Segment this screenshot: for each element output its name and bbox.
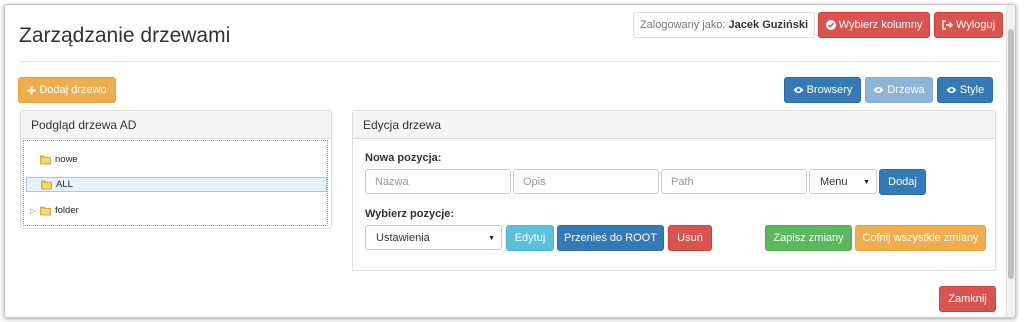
logout-label: Wyloguj [955,19,996,31]
expand-arrow-icon[interactable]: ▷ [26,207,40,215]
caret-down-icon: ▼ [488,235,495,242]
new-position-label: Nowa pozycja: [365,152,442,164]
tree-node-folder[interactable]: ▷ folder [26,203,79,218]
position-select[interactable]: Ustawienia ▼ [365,225,502,250]
folder-icon [40,154,51,165]
delete-label: Usuń [677,232,703,244]
choose-position-label: Wybierz pozycje: [365,208,455,220]
add-position-label: Dodaj [888,176,917,188]
delete-button[interactable]: Usuń [668,225,712,251]
tree-node-label: nowe [55,154,78,165]
view-browsers-label: Browsery [806,84,853,96]
move-to-root-button[interactable]: Przenieś do ROOT [557,225,664,251]
eye-icon [793,86,804,94]
edit-tree-panel: Edycja drzewa Nowa pozycja: Menu ▼ Dodaj… [352,110,996,271]
view-trees-button[interactable]: Drzewa [865,77,933,103]
revert-all-button[interactable]: Cofnij wszystkie zmiany [855,225,986,251]
edit-tree-heading: Edycja drzewa [353,111,995,139]
login-user: Jacek Guziński [728,19,809,31]
view-styles-button[interactable]: Style [937,77,993,103]
view-browsers-button[interactable]: Browsery [784,77,861,103]
page-title: Zarządzanie drzewami [19,24,231,47]
save-changes-button[interactable]: Zapisz zmiany [765,225,852,251]
revert-all-label: Cofnij wszystkie zmiany [862,232,979,244]
save-changes-label: Zapisz zmiany [773,232,844,244]
add-position-button[interactable]: Dodaj [879,169,926,195]
add-tree-label: Dodaj drzewo [39,84,107,96]
tree-view: nowe ALL ▷ folder [23,140,328,226]
logout-icon [942,20,953,30]
description-input[interactable] [513,169,659,194]
folder-icon [40,205,51,216]
caret-down-icon: ▼ [863,179,870,186]
plus-icon [27,86,36,95]
header-divider [19,61,1000,62]
modal-window: Zarządzanie drzewami Zalogowany jako: Ja… [4,4,1016,318]
view-trees-label: Drzewa [887,84,925,96]
add-tree-button[interactable]: Dodaj drzewo [18,77,116,103]
check-circle-icon [825,20,836,30]
eye-icon [873,86,884,94]
close-label: Zamknij [948,293,987,305]
logged-in-indicator: Zalogowany jako: Jacek Guziński [633,12,815,38]
eye-icon [946,86,957,94]
move-to-root-label: Przenieś do ROOT [564,232,657,244]
type-select-value: Menu [820,175,848,188]
tree-node-label: folder [55,205,79,216]
scrollbar-thumb[interactable] [1008,29,1014,279]
edit-label: Edytuj [514,232,546,244]
edit-button[interactable]: Edytuj [506,225,554,251]
login-prefix: Zalogowany jako: [639,19,726,31]
position-select-value: Ustawienia [376,231,430,244]
name-input[interactable] [365,169,511,194]
tree-node-nowe[interactable]: nowe [26,152,78,167]
close-button[interactable]: Zamknij [939,286,996,312]
select-columns-label: Wybierz kolumny [838,19,923,31]
folder-icon [41,179,52,190]
vertical-scrollbar[interactable] [1006,5,1015,317]
tree-preview-heading: Podgląd drzewa AD [21,111,331,139]
view-styles-label: Style [959,84,985,96]
logout-button[interactable]: Wyloguj [934,12,1003,38]
type-select[interactable]: Menu ▼ [809,169,877,194]
tree-node-all[interactable]: ALL [26,177,327,192]
select-columns-button[interactable]: Wybierz kolumny [818,12,930,38]
path-input[interactable] [661,169,807,194]
tree-preview-panel: Podgląd drzewa AD nowe ALL ▷ folder [20,110,332,229]
tree-node-label: ALL [56,179,73,190]
